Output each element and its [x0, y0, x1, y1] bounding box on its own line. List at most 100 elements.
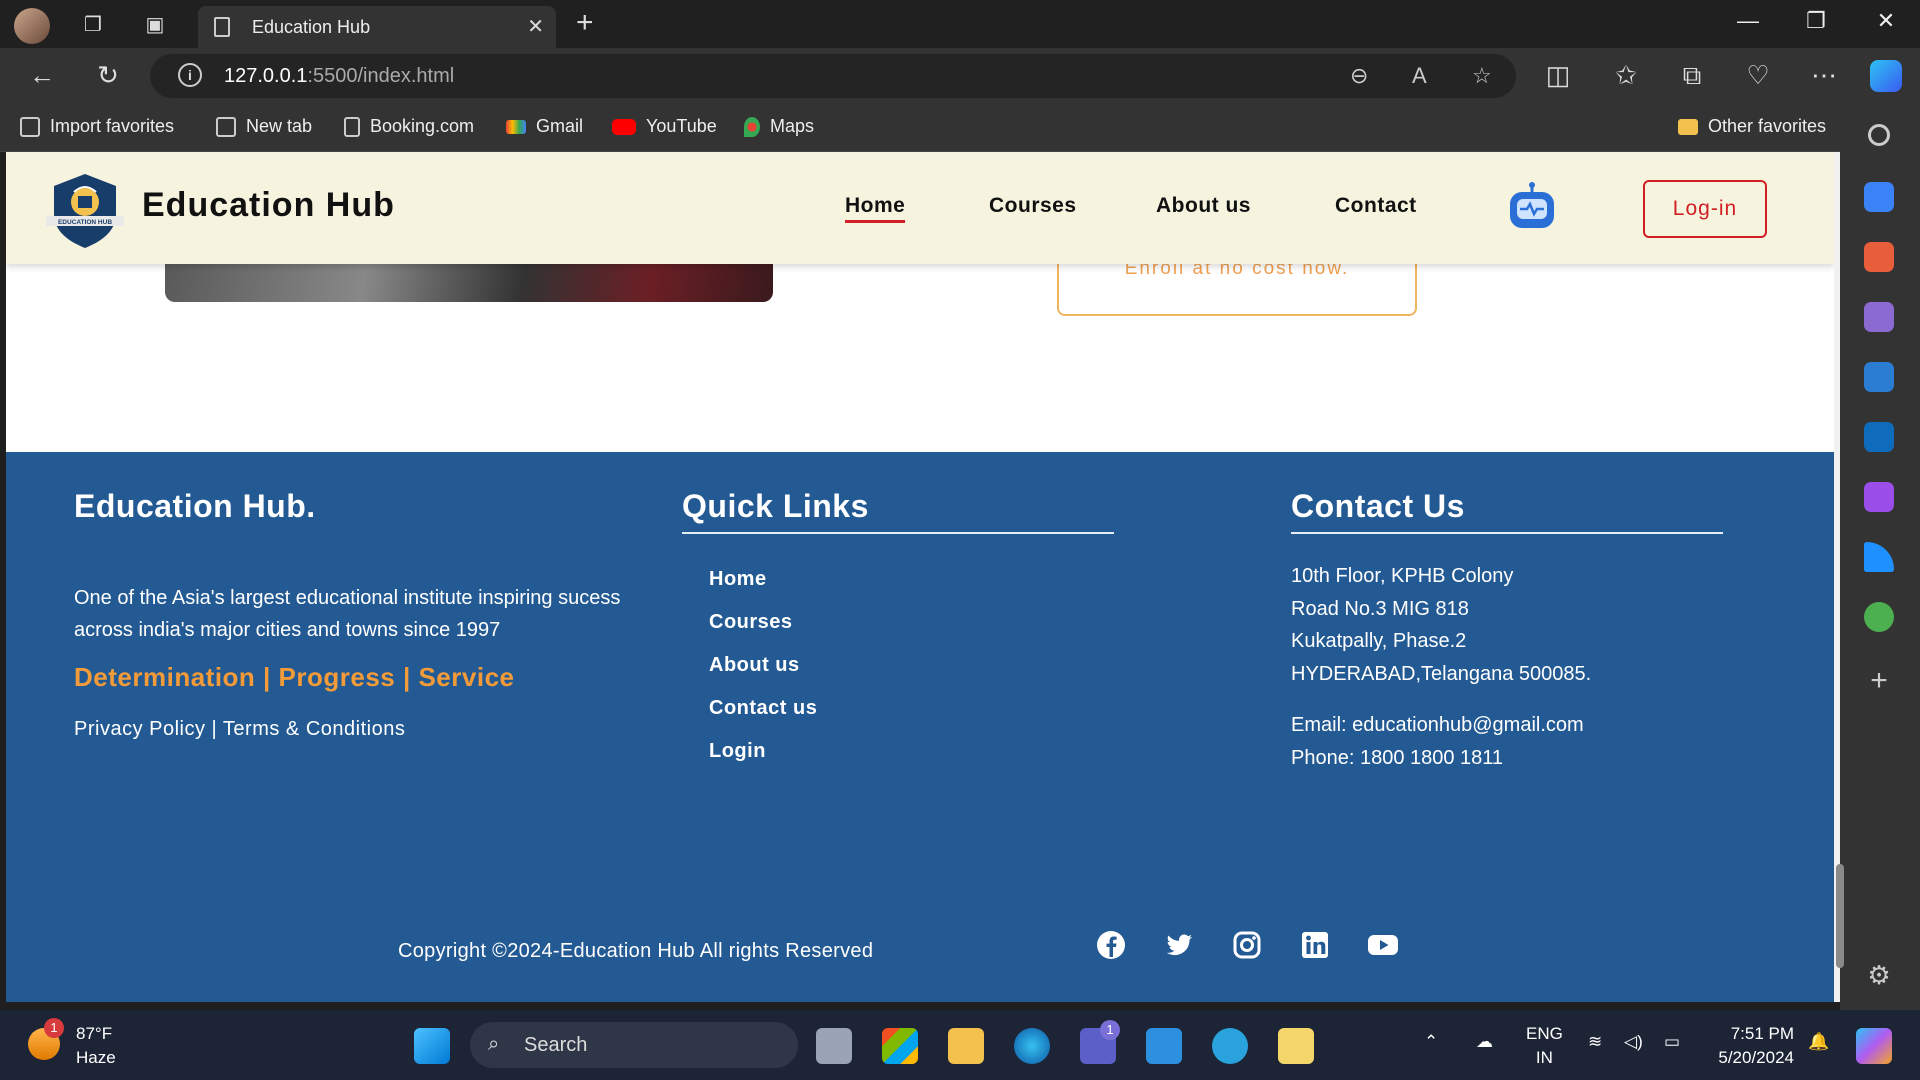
games-icon[interactable] — [1864, 302, 1894, 332]
file-explorer-icon[interactable] — [948, 1028, 984, 1064]
tools-icon[interactable] — [1864, 242, 1894, 272]
chatbot-icon[interactable] — [1506, 182, 1558, 232]
nav-about[interactable]: About us — [1156, 194, 1251, 218]
battery-icon[interactable]: ▭ — [1664, 1030, 1680, 1054]
nav-home[interactable]: Home — [845, 194, 906, 223]
fav-booking[interactable]: Booking.com — [344, 116, 474, 137]
close-window-button[interactable]: ✕ — [1866, 8, 1906, 34]
microsoft-store-icon[interactable] — [882, 1028, 918, 1064]
zoom-icon[interactable]: ⊖ — [1350, 63, 1368, 89]
linkedin-icon[interactable] — [1298, 928, 1332, 962]
fav-maps[interactable]: Maps — [744, 116, 814, 137]
tree-icon[interactable] — [1864, 602, 1894, 632]
send-icon[interactable] — [1864, 542, 1894, 572]
outlook-icon[interactable] — [1864, 422, 1894, 452]
education-hub-logo[interactable]: EDUCATION HUB — [44, 170, 126, 250]
browser-essentials-icon[interactable]: ♡ — [1740, 60, 1776, 90]
split-screen-icon[interactable]: ◫ — [1540, 60, 1576, 90]
weather-widget[interactable]: 87°F Haze — [76, 1022, 116, 1070]
more-menu-icon[interactable]: ⋯ — [1806, 60, 1842, 90]
favorite-star-icon[interactable]: ☆ — [1472, 63, 1492, 89]
notepad-icon[interactable] — [1278, 1028, 1314, 1064]
copilot-sidebar-icon[interactable] — [1864, 362, 1894, 392]
vscode-icon[interactable] — [1146, 1028, 1182, 1064]
tab-actions-icon[interactable]: ▣ — [142, 12, 168, 38]
designer-icon[interactable] — [1864, 482, 1894, 512]
address-bar[interactable]: i 127.0.0.1:5500/index.html ⊖ A ☆ — [150, 54, 1516, 98]
settings-gear-icon[interactable]: ⚙ — [1864, 960, 1894, 990]
contact-title: Contact Us — [1291, 488, 1465, 524]
minimize-button[interactable]: — — [1728, 8, 1768, 34]
page-icon — [214, 17, 230, 37]
quick-link-courses[interactable]: Courses — [709, 611, 817, 654]
copilot-icon[interactable] — [1870, 60, 1902, 92]
restore-button[interactable]: ❐ — [1796, 8, 1836, 34]
tab-education-hub[interactable]: Education Hub ✕ — [198, 6, 556, 48]
contact-address: 10th Floor, KPHB Colony Road No.3 MIG 81… — [1291, 560, 1591, 690]
fav-youtube-label: YouTube — [646, 116, 717, 136]
start-windows-icon[interactable] — [414, 1028, 450, 1064]
address-line: 10th Floor, KPHB Colony — [1291, 565, 1514, 587]
quick-link-login[interactable]: Login — [709, 740, 817, 783]
facebook-icon[interactable] — [1094, 928, 1128, 962]
copyright-text: Copyright ©2024-Education Hub All rights… — [398, 940, 874, 962]
telegram-icon[interactable] — [1212, 1028, 1248, 1064]
search-icon[interactable] — [1868, 124, 1890, 146]
browser-tabstrip: ❐ ▣ Education Hub ✕ + — ❐ ✕ — [0, 0, 1920, 48]
chevron-up-icon[interactable]: ⌃ — [1424, 1030, 1438, 1054]
quick-link-about[interactable]: About us — [709, 654, 817, 697]
nav-courses[interactable]: Courses — [989, 194, 1077, 218]
wifi-icon[interactable]: ≋ — [1588, 1030, 1602, 1054]
search-icon: ⌕ — [488, 1033, 500, 1055]
back-icon[interactable]: ← — [24, 60, 60, 90]
add-sidebar-icon[interactable]: + — [1864, 666, 1894, 696]
page-viewport: Enroll at no cost now. Education Hub. On… — [6, 152, 1840, 1002]
clock[interactable]: 7:51 PM 5/20/2024 — [1712, 1022, 1794, 1070]
copilot-taskbar-icon[interactable] — [1856, 1028, 1892, 1064]
fav-newtab[interactable]: New tab — [216, 116, 312, 137]
language-indicator[interactable]: ENG IN — [1526, 1022, 1563, 1070]
fav-other[interactable]: Other favorites — [1678, 116, 1826, 137]
fav-newtab-label: New tab — [246, 116, 313, 136]
login-button[interactable]: Log-in — [1643, 180, 1767, 238]
brand-name: Education Hub — [142, 186, 395, 224]
new-tab-button[interactable]: + — [576, 8, 594, 38]
workspaces-icon[interactable]: ❐ — [80, 12, 106, 38]
refresh-icon[interactable]: ↻ — [90, 60, 126, 90]
youtube-icon[interactable] — [1366, 928, 1400, 962]
gmail-icon — [506, 119, 526, 134]
site-info-icon[interactable]: i — [178, 63, 202, 87]
instagram-icon[interactable] — [1230, 928, 1264, 962]
onedrive-cloud-icon[interactable]: ☁ — [1476, 1030, 1493, 1054]
page-icon — [344, 116, 360, 137]
read-aloud-icon[interactable]: A — [1412, 63, 1427, 89]
address-line: HYDERABAD,Telangana 500085. — [1291, 662, 1592, 685]
close-tab-icon[interactable]: ✕ — [527, 14, 544, 39]
tab-title: Education Hub — [252, 17, 371, 37]
profile-avatar[interactable] — [14, 8, 50, 44]
privacy-terms-link[interactable]: Privacy Policy | Terms & Conditions — [74, 718, 405, 741]
fav-import[interactable]: Import favorites — [20, 116, 174, 137]
task-view-icon[interactable] — [816, 1028, 852, 1064]
fav-booking-label: Booking.com — [370, 116, 475, 136]
folder-icon — [1678, 118, 1698, 135]
collections-icon[interactable]: ⧉ — [1674, 60, 1710, 90]
shopping-icon[interactable] — [1864, 182, 1894, 212]
logo-text: EDUCATION HUB — [58, 219, 112, 226]
twitter-icon[interactable] — [1162, 928, 1196, 962]
fav-youtube[interactable]: YouTube — [612, 116, 717, 137]
edge-browser-icon[interactable] — [1014, 1028, 1050, 1064]
volume-icon[interactable]: ◁) — [1624, 1030, 1643, 1054]
contact-email[interactable]: Email: educationhub@gmail.com — [1291, 714, 1584, 737]
youtube-icon — [612, 118, 636, 135]
quick-link-home[interactable]: Home — [709, 568, 817, 611]
fav-gmail-label: Gmail — [536, 116, 584, 136]
taskbar-search[interactable]: ⌕ Search — [470, 1022, 798, 1068]
notifications-bell-icon[interactable]: 🔔 — [1808, 1030, 1829, 1054]
scrollbar-thumb[interactable] — [1836, 864, 1844, 968]
clock-time: 7:51 PM — [1730, 1024, 1794, 1043]
favorites-icon[interactable]: ✩ — [1608, 60, 1644, 90]
nav-contact[interactable]: Contact — [1335, 194, 1417, 218]
quick-link-contact[interactable]: Contact us — [709, 697, 817, 740]
fav-gmail[interactable]: Gmail — [506, 116, 583, 137]
